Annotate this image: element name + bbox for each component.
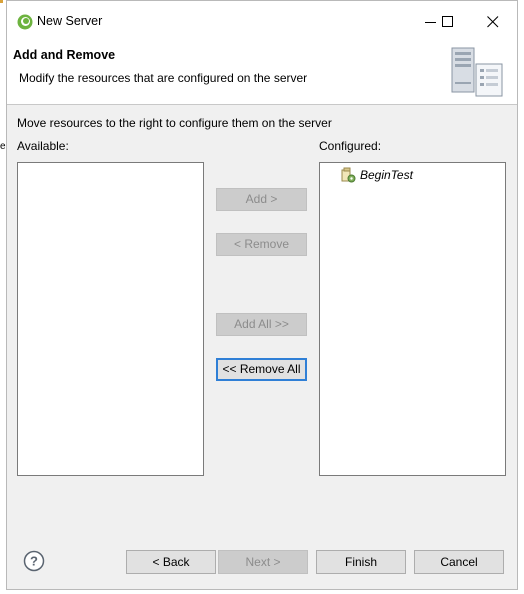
spring-app-icon [17,14,33,30]
remove-button[interactable]: < Remove [216,233,307,256]
close-icon [487,16,499,28]
background-marker [0,0,3,3]
new-server-dialog: New Server Add and Remove Modify the res… [6,0,518,590]
background-text-fragment: e [0,141,6,152]
server-wizard-icon [451,47,503,97]
finish-button[interactable]: Finish [316,550,406,574]
project-icon [341,167,356,183]
instruction-text: Move resources to the right to configure… [17,116,332,130]
add-button[interactable]: Add > [216,188,307,211]
page-description: Modify the resources that are configured… [19,71,308,85]
maximize-button[interactable] [431,9,465,35]
remove-all-button[interactable]: << Remove All [216,358,307,381]
list-item[interactable]: BeginTest [340,166,413,184]
help-icon[interactable]: ? [23,550,45,572]
close-button[interactable] [476,9,510,35]
cancel-button[interactable]: Cancel [414,550,504,574]
title-bar: New Server [7,1,517,42]
configured-list[interactable]: BeginTest [319,162,506,476]
configured-label: Configured: [319,139,382,153]
available-label: Available: [17,139,69,153]
maximize-icon [442,16,453,27]
window-title: New Server [37,14,103,28]
add-all-button[interactable]: Add All >> [216,313,307,336]
page-title: Add and Remove [13,48,116,62]
available-list[interactable] [17,162,204,476]
next-button[interactable]: Next > [218,550,308,574]
back-button[interactable]: < Back [126,550,216,574]
list-item-label: BeginTest [360,168,413,182]
wizard-banner: Add and Remove Modify the resources that… [7,42,517,105]
svg-text:?: ? [30,554,38,569]
